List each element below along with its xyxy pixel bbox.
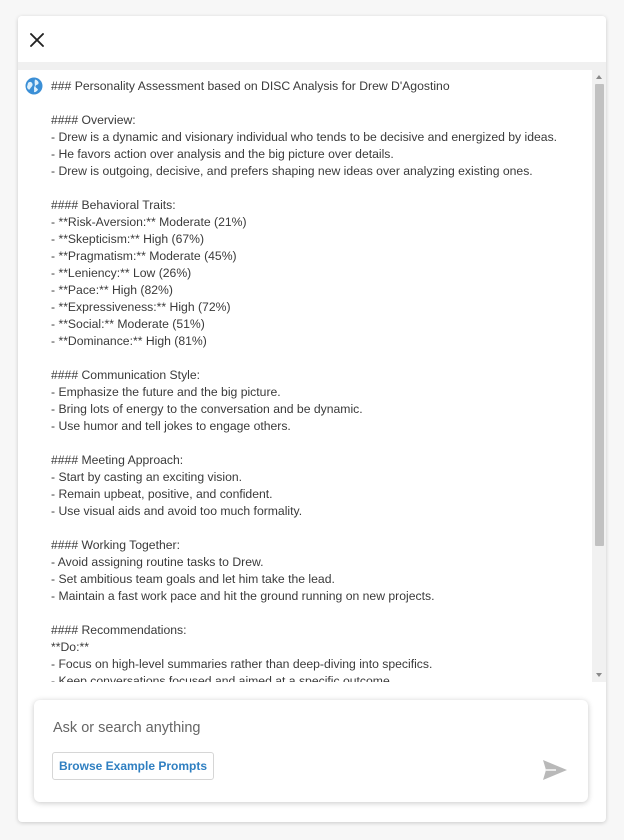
message-line: - **Dominance:** High (81%) (51, 334, 207, 348)
search-input[interactable] (53, 716, 493, 740)
message-line: - **Leniency:** Low (26%) (51, 266, 192, 280)
message-line: #### Recommendations: (51, 623, 187, 637)
message-line: - Maintain a fast work pace and hit the … (51, 589, 435, 603)
message-line: - **Expressiveness:** High (72%) (51, 300, 231, 314)
message-line: #### Working Together: (51, 538, 180, 552)
browse-example-prompts-button[interactable]: Browse Example Prompts (52, 752, 214, 780)
message-line: - **Social:** Moderate (51%) (51, 317, 205, 331)
message-line: - Set ambitious team goals and let him t… (51, 572, 335, 586)
chat-panel: ### Personality Assessment based on DISC… (18, 16, 606, 822)
composer: Browse Example Prompts (34, 700, 588, 802)
message-line: - Remain upbeat, positive, and confident… (51, 487, 273, 501)
message-line: - Keep conversations focused and aimed a… (51, 674, 394, 682)
message-line: - Start by casting an exciting vision. (51, 470, 243, 484)
message-line: #### Communication Style: (51, 368, 201, 382)
message-line: ### Personality Assessment based on DISC… (51, 79, 450, 93)
message-line: - Bring lots of energy to the conversati… (51, 402, 363, 416)
message-line: - Use visual aids and avoid too much for… (51, 504, 303, 518)
message-line: - Emphasize the future and the big pictu… (51, 385, 281, 399)
scrollbar-thumb[interactable] (595, 84, 604, 546)
assistant-message: ### Personality Assessment based on DISC… (51, 78, 571, 682)
header-divider (18, 62, 606, 70)
scroll-down-arrow-icon[interactable] (596, 673, 602, 677)
message-line: - **Skepticism:** High (67%) (51, 232, 205, 246)
message-line: #### Overview: (51, 113, 136, 127)
message-line: - **Risk-Aversion:** Moderate (21%) (51, 215, 247, 229)
scrollbar[interactable] (592, 70, 606, 682)
message-line: - Focus on high-level summaries rather t… (51, 657, 433, 671)
message-line: #### Meeting Approach: (51, 453, 184, 467)
panel-header (18, 16, 606, 62)
scroll-up-arrow-icon[interactable] (596, 75, 602, 79)
message-line: - Use humor and tell jokes to engage oth… (51, 419, 291, 433)
assistant-globe-icon (25, 77, 43, 95)
message-line: - **Pace:** High (82%) (51, 283, 173, 297)
close-icon[interactable] (26, 29, 48, 51)
message-line: - Avoid assigning routine tasks to Drew. (51, 555, 264, 569)
chat-transcript[interactable]: ### Personality Assessment based on DISC… (18, 70, 606, 682)
message-line: - Drew is outgoing, decisive, and prefer… (51, 164, 533, 178)
message-line: - **Pragmatism:** Moderate (45%) (51, 249, 237, 263)
message-line: - He favors action over analysis and the… (51, 147, 394, 161)
message-line: **Do:** (51, 640, 89, 654)
send-icon[interactable] (542, 759, 568, 781)
message-line: - Drew is a dynamic and visionary indivi… (51, 130, 558, 144)
message-line: #### Behavioral Traits: (51, 198, 176, 212)
